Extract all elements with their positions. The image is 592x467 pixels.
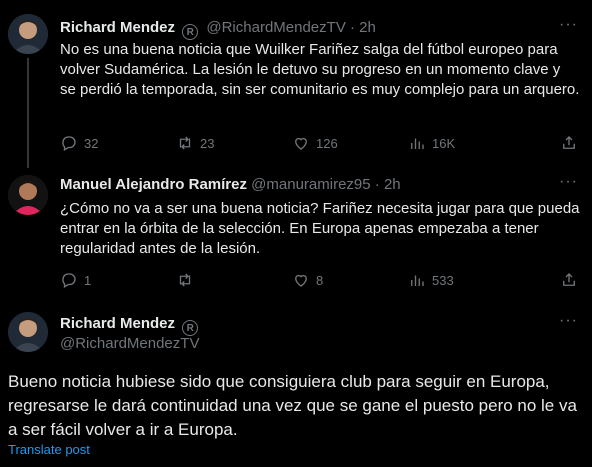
display-name[interactable]: Manuel Alejandro Ramírez bbox=[60, 176, 247, 193]
like-button[interactable]: 126 bbox=[292, 133, 338, 153]
tweet-header: Richard Mendez R @RichardMendezTV · 2h bbox=[60, 18, 376, 40]
display-name[interactable]: Richard Mendez bbox=[60, 315, 175, 332]
display-name[interactable]: Richard Mendez bbox=[60, 19, 175, 36]
handle[interactable]: @RichardMendezTV bbox=[206, 19, 345, 36]
verified-badge-icon: R bbox=[182, 24, 199, 40]
tweet-text: ¿Cómo no va a ser una buena noticia? Far… bbox=[60, 200, 580, 257]
like-count: 8 bbox=[316, 272, 324, 288]
avatar-image bbox=[8, 175, 48, 215]
reply-icon bbox=[62, 273, 76, 288]
views-button[interactable]: 16K bbox=[408, 133, 455, 153]
views-button[interactable]: 533 bbox=[408, 270, 454, 290]
avatar[interactable] bbox=[8, 175, 48, 215]
retweet-count: 23 bbox=[200, 135, 215, 151]
timestamp[interactable]: · 2h bbox=[375, 176, 401, 193]
avatar-image bbox=[8, 312, 48, 352]
avatar[interactable] bbox=[8, 14, 48, 54]
main-tweet: Richard Mendez R @RichardMendezTV ··· Bu… bbox=[0, 298, 592, 467]
reply-button[interactable]: 1 bbox=[60, 270, 91, 290]
like-icon bbox=[295, 274, 307, 287]
like-icon bbox=[295, 137, 307, 150]
tweet-header: Manuel Alejandro Ramírez @manuramirez95 … bbox=[60, 175, 401, 195]
reply-icon bbox=[62, 136, 76, 151]
tweet-text: No es una buena noticia que Wuilker Fari… bbox=[60, 41, 580, 98]
tweet-1[interactable]: Richard Mendez R @RichardMendezTV · 2h ·… bbox=[0, 0, 592, 168]
retweet-icon bbox=[179, 136, 191, 150]
share-icon bbox=[563, 136, 575, 149]
more-icon[interactable]: ··· bbox=[559, 312, 578, 330]
reply-count: 1 bbox=[84, 272, 92, 288]
tweet-actions: 1 8 533 bbox=[60, 270, 580, 290]
retweet-button[interactable] bbox=[176, 270, 194, 290]
more-icon[interactable]: ··· bbox=[559, 173, 578, 191]
like-count: 126 bbox=[316, 135, 338, 151]
reply-count: 32 bbox=[84, 135, 99, 151]
share-button[interactable] bbox=[560, 270, 578, 290]
share-icon bbox=[563, 273, 575, 286]
avatar-image bbox=[8, 14, 48, 54]
retweet-button[interactable]: 23 bbox=[176, 133, 214, 153]
handle[interactable]: @RichardMendezTV bbox=[60, 334, 199, 354]
retweet-icon bbox=[179, 273, 191, 287]
tweet-actions: 32 23 126 16K bbox=[60, 133, 580, 153]
views-count: 16K bbox=[432, 135, 456, 151]
tweet-text: Bueno noticia hubiese sido que consiguie… bbox=[8, 372, 577, 439]
like-button[interactable]: 8 bbox=[292, 270, 323, 290]
tweet-header: Richard Mendez R bbox=[60, 314, 202, 336]
reply-button[interactable]: 32 bbox=[60, 133, 98, 153]
tweet-2[interactable]: Manuel Alejandro Ramírez @manuramirez95 … bbox=[0, 163, 592, 298]
handle[interactable]: @manuramirez95 bbox=[251, 176, 370, 193]
translate-post-link[interactable]: Translate post bbox=[8, 442, 90, 457]
views-icon bbox=[411, 275, 424, 286]
thread-line bbox=[27, 58, 29, 168]
more-icon[interactable]: ··· bbox=[559, 16, 578, 34]
share-button[interactable] bbox=[560, 133, 578, 153]
avatar[interactable] bbox=[8, 312, 48, 352]
timestamp[interactable]: · 2h bbox=[350, 19, 376, 36]
views-count: 533 bbox=[432, 272, 454, 288]
views-icon bbox=[411, 138, 424, 149]
